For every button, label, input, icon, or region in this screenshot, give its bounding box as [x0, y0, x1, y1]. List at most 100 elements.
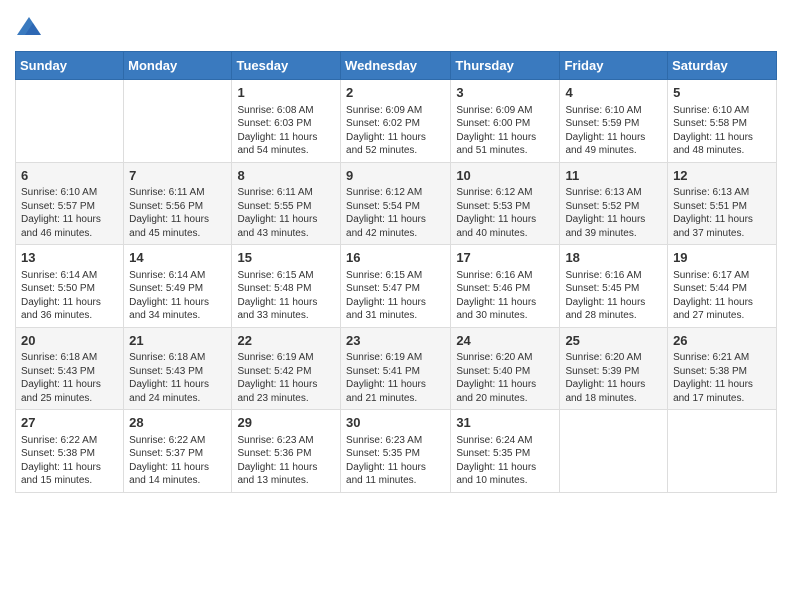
day-info: Sunrise: 6:15 AM Sunset: 5:47 PM Dayligh… — [346, 269, 445, 323]
day-number: 26 — [673, 332, 771, 350]
week-row-4: 20Sunrise: 6:18 AM Sunset: 5:43 PM Dayli… — [16, 327, 777, 410]
day-number: 18 — [565, 249, 662, 267]
day-info: Sunrise: 6:21 AM Sunset: 5:38 PM Dayligh… — [673, 351, 771, 405]
day-info: Sunrise: 6:20 AM Sunset: 5:40 PM Dayligh… — [456, 351, 554, 405]
calendar-cell: 11Sunrise: 6:13 AM Sunset: 5:52 PM Dayli… — [560, 162, 668, 245]
day-number: 8 — [237, 167, 335, 185]
day-number: 10 — [456, 167, 554, 185]
day-number: 14 — [129, 249, 226, 267]
day-number: 9 — [346, 167, 445, 185]
day-info: Sunrise: 6:24 AM Sunset: 5:35 PM Dayligh… — [456, 434, 554, 488]
calendar-cell: 13Sunrise: 6:14 AM Sunset: 5:50 PM Dayli… — [16, 245, 124, 328]
day-info: Sunrise: 6:22 AM Sunset: 5:38 PM Dayligh… — [21, 434, 118, 488]
day-header-wednesday: Wednesday — [341, 52, 451, 80]
day-header-friday: Friday — [560, 52, 668, 80]
day-number: 20 — [21, 332, 118, 350]
calendar-cell: 25Sunrise: 6:20 AM Sunset: 5:39 PM Dayli… — [560, 327, 668, 410]
day-number: 15 — [237, 249, 335, 267]
day-header-thursday: Thursday — [451, 52, 560, 80]
day-info: Sunrise: 6:22 AM Sunset: 5:37 PM Dayligh… — [129, 434, 226, 488]
day-number: 6 — [21, 167, 118, 185]
calendar-cell: 1 Sunrise: 6:08 AM Sunset: 6:03 PM Daylig… — [232, 80, 341, 163]
calendar-cell: 21Sunrise: 6:18 AM Sunset: 5:43 PM Dayli… — [124, 327, 232, 410]
week-row-5: 27 Sunrise: 6:22 AM Sunset: 5:38 PM Dayli… — [16, 410, 777, 493]
day-info: Sunrise: 6:17 AM Sunset: 5:44 PM Dayligh… — [673, 269, 771, 323]
day-number: 22 — [237, 332, 335, 350]
calendar-cell: 9Sunrise: 6:12 AM Sunset: 5:54 PM Daylig… — [341, 162, 451, 245]
week-row-1: 1 Sunrise: 6:08 AM Sunset: 6:03 PM Daylig… — [16, 80, 777, 163]
day-info: Sunrise: 6:12 AM Sunset: 5:54 PM Dayligh… — [346, 186, 445, 240]
calendar-cell: 20Sunrise: 6:18 AM Sunset: 5:43 PM Dayli… — [16, 327, 124, 410]
day-info: Sunrise: 6:14 AM Sunset: 5:49 PM Dayligh… — [129, 269, 226, 323]
calendar-cell — [668, 410, 777, 493]
day-number: 13 — [21, 249, 118, 267]
day-number: 21 — [129, 332, 226, 350]
day-info: Sunrise: 6:13 AM Sunset: 5:51 PM Dayligh… — [673, 186, 771, 240]
day-info: Sunrise: 6:12 AM Sunset: 5:53 PM Dayligh… — [456, 186, 554, 240]
calendar-cell: 15Sunrise: 6:15 AM Sunset: 5:48 PM Dayli… — [232, 245, 341, 328]
day-number: 17 — [456, 249, 554, 267]
calendar-cell: 14 Sunrise: 6:14 AM Sunset: 5:49 PM Dayli… — [124, 245, 232, 328]
calendar-cell: 8Sunrise: 6:11 AM Sunset: 5:55 PM Daylig… — [232, 162, 341, 245]
calendar-cell: 7Sunrise: 6:11 AM Sunset: 5:56 PM Daylig… — [124, 162, 232, 245]
calendar-cell: 10Sunrise: 6:12 AM Sunset: 5:53 PM Dayli… — [451, 162, 560, 245]
day-info: Sunrise: 6:10 AM Sunset: 5:58 PM Dayligh… — [673, 104, 771, 158]
day-info: Sunrise: 6:19 AM Sunset: 5:41 PM Dayligh… — [346, 351, 445, 405]
calendar-cell: 24Sunrise: 6:20 AM Sunset: 5:40 PM Dayli… — [451, 327, 560, 410]
day-info: Sunrise: 6:19 AM Sunset: 5:42 PM Dayligh… — [237, 351, 335, 405]
day-number: 23 — [346, 332, 445, 350]
calendar-cell: 12Sunrise: 6:13 AM Sunset: 5:51 PM Dayli… — [668, 162, 777, 245]
calendar-cell: 27 Sunrise: 6:22 AM Sunset: 5:38 PM Dayli… — [16, 410, 124, 493]
day-number: 4 — [565, 84, 662, 102]
day-info: Sunrise: 6:16 AM Sunset: 5:45 PM Dayligh… — [565, 269, 662, 323]
day-number: 29 — [237, 414, 335, 432]
calendar-cell: 30Sunrise: 6:23 AM Sunset: 5:35 PM Dayli… — [341, 410, 451, 493]
week-row-2: 6Sunrise: 6:10 AM Sunset: 5:57 PM Daylig… — [16, 162, 777, 245]
day-number: 1 — [237, 84, 335, 102]
day-number: 11 — [565, 167, 662, 185]
calendar-cell: 6Sunrise: 6:10 AM Sunset: 5:57 PM Daylig… — [16, 162, 124, 245]
calendar-cell: 26Sunrise: 6:21 AM Sunset: 5:38 PM Dayli… — [668, 327, 777, 410]
calendar-cell: 18 Sunrise: 6:16 AM Sunset: 5:45 PM Dayli… — [560, 245, 668, 328]
calendar-cell — [560, 410, 668, 493]
logo — [15, 15, 47, 43]
day-info: Sunrise: 6:18 AM Sunset: 5:43 PM Dayligh… — [21, 351, 118, 405]
calendar-cell: 2Sunrise: 6:09 AM Sunset: 6:02 PM Daylig… — [341, 80, 451, 163]
day-number: 24 — [456, 332, 554, 350]
calendar-cell: 4Sunrise: 6:10 AM Sunset: 5:59 PM Daylig… — [560, 80, 668, 163]
day-number: 28 — [129, 414, 226, 432]
week-row-3: 13Sunrise: 6:14 AM Sunset: 5:50 PM Dayli… — [16, 245, 777, 328]
day-number: 27 — [21, 414, 118, 432]
logo-icon — [15, 15, 43, 43]
calendar-cell: 29Sunrise: 6:23 AM Sunset: 5:36 PM Dayli… — [232, 410, 341, 493]
day-info: Sunrise: 6:11 AM Sunset: 5:56 PM Dayligh… — [129, 186, 226, 240]
calendar-cell: 16 Sunrise: 6:15 AM Sunset: 5:47 PM Dayli… — [341, 245, 451, 328]
day-info: Sunrise: 6:20 AM Sunset: 5:39 PM Dayligh… — [565, 351, 662, 405]
calendar-cell — [16, 80, 124, 163]
day-info: Sunrise: 6:13 AM Sunset: 5:52 PM Dayligh… — [565, 186, 662, 240]
day-info: Sunrise: 6:10 AM Sunset: 5:57 PM Dayligh… — [21, 186, 118, 240]
day-number: 3 — [456, 84, 554, 102]
day-number: 25 — [565, 332, 662, 350]
day-info: Sunrise: 6:09 AM Sunset: 6:02 PM Dayligh… — [346, 104, 445, 158]
day-number: 5 — [673, 84, 771, 102]
header — [15, 10, 777, 43]
calendar-header-row: SundayMondayTuesdayWednesdayThursdayFrid… — [16, 52, 777, 80]
day-number: 31 — [456, 414, 554, 432]
calendar-cell: 5 Sunrise: 6:10 AM Sunset: 5:58 PM Daylig… — [668, 80, 777, 163]
day-info: Sunrise: 6:16 AM Sunset: 5:46 PM Dayligh… — [456, 269, 554, 323]
calendar-page: SundayMondayTuesdayWednesdayThursdayFrid… — [0, 0, 792, 612]
calendar-cell — [124, 80, 232, 163]
calendar-cell: 19 Sunrise: 6:17 AM Sunset: 5:44 PM Dayli… — [668, 245, 777, 328]
calendar-table: SundayMondayTuesdayWednesdayThursdayFrid… — [15, 51, 777, 493]
day-header-tuesday: Tuesday — [232, 52, 341, 80]
day-number: 12 — [673, 167, 771, 185]
day-number: 16 — [346, 249, 445, 267]
calendar-cell: 23Sunrise: 6:19 AM Sunset: 5:41 PM Dayli… — [341, 327, 451, 410]
calendar-cell: 28 Sunrise: 6:22 AM Sunset: 5:37 PM Dayli… — [124, 410, 232, 493]
day-header-saturday: Saturday — [668, 52, 777, 80]
day-info: Sunrise: 6:08 AM Sunset: 6:03 PM Dayligh… — [237, 104, 335, 158]
day-number: 7 — [129, 167, 226, 185]
day-number: 19 — [673, 249, 771, 267]
day-info: Sunrise: 6:09 AM Sunset: 6:00 PM Dayligh… — [456, 104, 554, 158]
